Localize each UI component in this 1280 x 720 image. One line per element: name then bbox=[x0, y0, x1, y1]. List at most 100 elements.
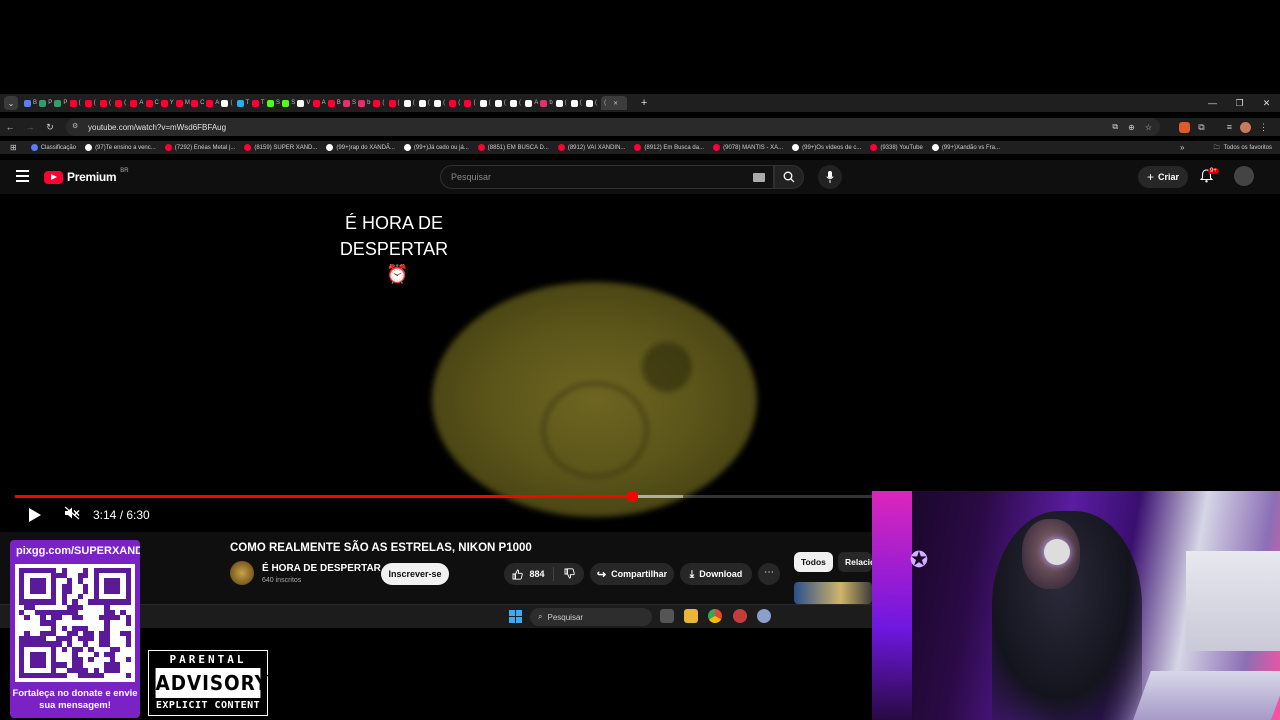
browser-tab[interactable]: P bbox=[54, 96, 69, 110]
browser-tab[interactable]: ( bbox=[585, 96, 601, 110]
browser-tab[interactable]: T bbox=[251, 96, 267, 110]
back-button[interactable]: ← bbox=[0, 122, 20, 132]
close-window-button[interactable]: ✕ bbox=[1253, 94, 1280, 112]
bookmark-item[interactable]: (99+)Os vídeos de c... bbox=[792, 144, 861, 151]
browser-tab[interactable]: S bbox=[267, 96, 282, 110]
settings-icon[interactable] bbox=[757, 609, 771, 623]
extensions-puzzle-icon[interactable]: ⧉ bbox=[1198, 122, 1204, 133]
browser-tab[interactable]: b bbox=[540, 96, 555, 110]
browser-tab[interactable]: A bbox=[312, 96, 328, 110]
browser-tab[interactable]: ( bbox=[373, 96, 388, 110]
zoom-icon[interactable]: ⊕ bbox=[1128, 123, 1135, 132]
browser-tab[interactable]: ( bbox=[555, 96, 571, 110]
bookmark-item[interactable]: (9078) MANTIS - XA... bbox=[713, 144, 783, 151]
progress-bar[interactable] bbox=[15, 491, 872, 502]
browser-tab[interactable]: C bbox=[145, 96, 161, 110]
app-icon[interactable] bbox=[733, 609, 747, 623]
chrome-icon[interactable] bbox=[708, 609, 722, 623]
browser-tab[interactable]: ( bbox=[69, 96, 85, 110]
browser-tab[interactable]: V bbox=[297, 96, 312, 110]
chrome-menu-icon[interactable]: ⋮ bbox=[1259, 122, 1268, 133]
new-tab-button[interactable]: + bbox=[637, 97, 651, 109]
bookmark-item[interactable]: (8159) SUPER XAND... bbox=[244, 144, 317, 151]
browser-tab-active[interactable]: (✕ bbox=[601, 96, 628, 110]
bookmark-item[interactable]: (8851) EM BUSCA D... bbox=[477, 144, 549, 151]
task-view-icon[interactable] bbox=[660, 609, 674, 623]
bookmark-star-icon[interactable]: ☆ bbox=[1145, 123, 1152, 132]
taskbar-search[interactable]: ⌕ Pesquisar bbox=[530, 608, 652, 626]
tab-search-button[interactable]: ⌄ bbox=[4, 96, 18, 110]
browser-tab[interactable]: ( bbox=[418, 96, 434, 110]
browser-tab[interactable]: ( bbox=[221, 96, 236, 110]
bookmark-item[interactable]: (8912) VAI XANDIN... bbox=[557, 144, 625, 151]
chip-all[interactable]: Todos bbox=[794, 552, 833, 572]
browser-tab[interactable]: A bbox=[525, 96, 540, 110]
browser-tab[interactable]: ( bbox=[510, 96, 525, 110]
muted-volume-icon[interactable] bbox=[64, 506, 80, 523]
menu-icon[interactable] bbox=[16, 170, 29, 182]
bookmark-item[interactable]: (7292) Enéas Metal |... bbox=[164, 144, 235, 151]
channel-name[interactable]: É HORA DE DESPERTAR bbox=[262, 563, 381, 574]
apps-grid-icon[interactable]: ⊞ bbox=[10, 143, 17, 152]
bookmark-item[interactable]: (9338) YouTube bbox=[870, 144, 923, 151]
browser-tab[interactable]: ( bbox=[99, 96, 115, 110]
bookmark-item[interactable]: (8912) Em Busca da... bbox=[634, 144, 704, 151]
bookmark-item[interactable]: (99+)rap do XANDÃ... bbox=[326, 144, 395, 151]
extension-icon[interactable] bbox=[1179, 121, 1191, 133]
like-button[interactable]: 884 bbox=[504, 567, 554, 581]
dislike-button[interactable] bbox=[554, 567, 584, 581]
all-bookmarks-button[interactable]: 🗀 Todos os favoritos bbox=[1214, 141, 1272, 154]
search-button[interactable] bbox=[774, 165, 804, 189]
browser-tab[interactable]: ( bbox=[115, 96, 130, 110]
recommended-thumbnail[interactable] bbox=[794, 582, 872, 604]
browser-tab[interactable]: ( bbox=[479, 96, 495, 110]
subscribe-button[interactable]: Inscrever-se bbox=[381, 563, 449, 585]
browser-tab[interactable]: b bbox=[358, 96, 373, 110]
voice-search-button[interactable] bbox=[818, 165, 842, 189]
channel-avatar[interactable] bbox=[230, 561, 254, 585]
file-explorer-icon[interactable] bbox=[684, 609, 698, 623]
browser-tab[interactable]: A bbox=[206, 96, 221, 110]
install-app-icon[interactable]: ⧉ bbox=[1112, 122, 1118, 132]
browser-tab[interactable]: P bbox=[39, 96, 54, 110]
browser-tab[interactable]: M bbox=[175, 96, 191, 110]
browser-tab[interactable]: S bbox=[282, 96, 297, 110]
browser-tab[interactable]: ( bbox=[388, 96, 404, 110]
browser-tab[interactable]: ( bbox=[403, 96, 419, 110]
bookmark-item[interactable]: (99+)Xandão vs Fra... bbox=[931, 144, 1000, 151]
minimize-button[interactable]: — bbox=[1199, 94, 1226, 112]
browser-tab[interactable]: ( bbox=[434, 96, 449, 110]
chip-related[interactable]: Relacion bbox=[838, 552, 872, 572]
keyboard-icon[interactable] bbox=[753, 173, 765, 182]
browser-tab[interactable]: S bbox=[342, 96, 358, 110]
bookmark-item[interactable]: (97)Te ensino a venc... bbox=[85, 144, 156, 151]
windows-start-icon[interactable] bbox=[509, 610, 522, 623]
browser-tab[interactable]: T bbox=[236, 96, 252, 110]
search-input[interactable]: Pesquisar bbox=[440, 165, 774, 189]
maximize-button[interactable]: ❐ bbox=[1226, 94, 1253, 112]
browser-tab[interactable]: B bbox=[24, 96, 39, 110]
profile-avatar[interactable] bbox=[1240, 121, 1251, 133]
browser-tab[interactable]: C bbox=[191, 96, 206, 110]
browser-tab[interactable]: ( bbox=[449, 96, 464, 110]
video-player[interactable]: É HORA DE DESPERTAR ⏰ bbox=[0, 194, 872, 532]
reload-button[interactable]: ↻ bbox=[40, 122, 60, 133]
play-button[interactable] bbox=[29, 508, 41, 522]
media-controls-icon[interactable]: ≡ bbox=[1227, 122, 1232, 132]
bookmark-item[interactable]: (99+)Já cedo ou já... bbox=[403, 144, 469, 151]
address-bar[interactable]: ⚙ youtube.com/watch?v=mWsd6FBFAug ⧉ ⊕ ☆ bbox=[66, 118, 1160, 136]
site-info-icon[interactable]: ⚙ bbox=[72, 122, 82, 132]
user-avatar[interactable] bbox=[1234, 166, 1254, 186]
browser-tab[interactable]: ( bbox=[464, 96, 479, 110]
create-button[interactable]: + Criar bbox=[1138, 166, 1188, 188]
more-bookmarks-icon[interactable]: » bbox=[1180, 143, 1184, 152]
browser-tab[interactable]: ( bbox=[84, 96, 100, 110]
bookmark-item[interactable]: Classificação bbox=[30, 144, 76, 151]
download-button[interactable]: ⤓ Download bbox=[680, 563, 752, 585]
forward-button[interactable]: → bbox=[20, 122, 40, 132]
browser-tab[interactable]: ( bbox=[570, 96, 586, 110]
browser-tab[interactable]: A bbox=[130, 96, 145, 110]
browser-tab[interactable]: Y bbox=[160, 96, 176, 110]
close-tab-icon[interactable]: ✕ bbox=[613, 100, 618, 107]
browser-tab[interactable]: ( bbox=[494, 96, 510, 110]
